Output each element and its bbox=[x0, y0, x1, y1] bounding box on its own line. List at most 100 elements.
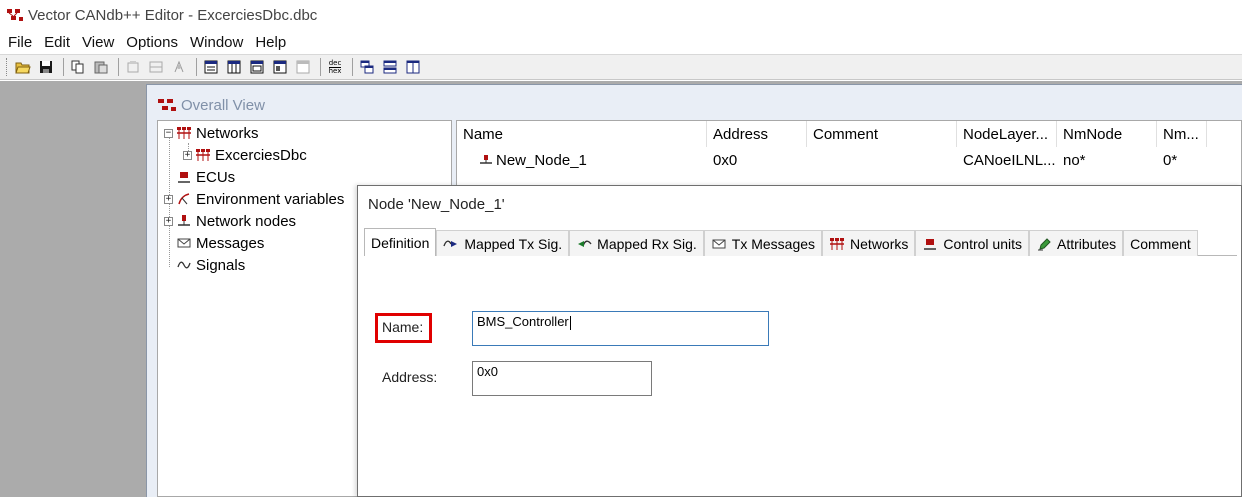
toolbar-grip[interactable] bbox=[6, 58, 9, 76]
tree-label-signals: Signals bbox=[196, 256, 246, 274]
column-header-address[interactable]: Address bbox=[707, 121, 807, 147]
tab-definition[interactable]: Definition bbox=[364, 228, 437, 256]
toolbar-separator bbox=[118, 58, 119, 76]
column-header-nm[interactable]: Nm... bbox=[1157, 121, 1207, 147]
open-button[interactable] bbox=[13, 57, 33, 77]
tab-networks[interactable]: Networks bbox=[822, 230, 916, 256]
dialog-title: Node 'New_Node_1' bbox=[368, 196, 505, 213]
column-header-nmnode[interactable]: NmNode bbox=[1057, 121, 1157, 147]
paste-button[interactable] bbox=[91, 57, 111, 77]
network-node-icon bbox=[176, 213, 192, 229]
tree-label-messages: Messages bbox=[196, 234, 265, 252]
overall-view-title: Overall View bbox=[181, 96, 265, 114]
tree-item-networks[interactable]: − Networks bbox=[164, 122, 259, 144]
overall-view-titlebar[interactable]: Overall View bbox=[157, 95, 265, 115]
tile-vertical-icon bbox=[406, 60, 420, 74]
expand-toggle[interactable]: + bbox=[164, 216, 173, 226]
table-view-icon bbox=[250, 60, 264, 74]
copy-icon bbox=[71, 60, 84, 74]
tab-label: Mapped Rx Sig. bbox=[597, 235, 697, 252]
dialog-tabs: Definition Mapped Tx Sig. Mapped Rx Sig.… bbox=[364, 228, 1237, 256]
dec-hex-button[interactable]: dec hex bbox=[325, 57, 345, 77]
cell-nm: 0* bbox=[1163, 151, 1178, 169]
tile-horizontal-icon bbox=[383, 60, 397, 74]
grid-disabled-icon bbox=[149, 61, 163, 73]
tree-item-ecus[interactable]: ECUs bbox=[176, 166, 235, 188]
overall-view-icon bbox=[158, 99, 176, 111]
tab-attributes[interactable]: Attributes bbox=[1028, 230, 1124, 256]
tree-label-excercies-dbc: ExcerciesDbc bbox=[215, 146, 307, 164]
list-header: Name Address Comment NodeLayer... NmNode… bbox=[457, 121, 1207, 147]
view-image-button[interactable] bbox=[270, 57, 290, 77]
image-view-icon bbox=[273, 60, 287, 74]
toolbar-separator bbox=[63, 58, 64, 76]
column-header-name[interactable]: Name bbox=[457, 121, 707, 147]
tree-item-excercies-dbc[interactable]: + ExcerciesDbc bbox=[183, 144, 307, 166]
address-input[interactable]: 0x0 bbox=[472, 361, 652, 396]
view-table-button[interactable] bbox=[247, 57, 267, 77]
tree-item-signals[interactable]: Signals bbox=[176, 254, 245, 276]
expand-toggle[interactable]: + bbox=[164, 194, 173, 204]
table-row[interactable]: New_Node_1 0x0 CANoeILNL... no* 0* bbox=[457, 149, 1207, 171]
name-input-value: BMS_Controller bbox=[477, 314, 569, 329]
tree-label-environment-variables: Environment variables bbox=[196, 190, 345, 208]
menu-file[interactable]: File bbox=[2, 34, 38, 51]
tab-mapped-rx-sig[interactable]: Mapped Rx Sig. bbox=[569, 230, 704, 256]
paste-icon bbox=[94, 61, 108, 74]
address-input-value: 0x0 bbox=[477, 364, 498, 379]
tree-label-ecus: ECUs bbox=[196, 168, 236, 186]
ecu-icon bbox=[176, 169, 192, 185]
attributes-pen-icon bbox=[1036, 236, 1052, 252]
cell-comment bbox=[807, 149, 957, 171]
title-bar: Vector CANdb++ Editor - ExcerciesDbc.dbc bbox=[0, 0, 1242, 30]
view-list-button[interactable] bbox=[201, 57, 221, 77]
tab-control-units[interactable]: Control units bbox=[915, 230, 1029, 256]
copy-button[interactable] bbox=[68, 57, 88, 77]
tab-mapped-tx-sig[interactable]: Mapped Tx Sig. bbox=[436, 230, 570, 256]
toolbar-separator bbox=[352, 58, 353, 76]
window-disabled-icon bbox=[296, 60, 310, 74]
tile-horizontal-button[interactable] bbox=[380, 57, 400, 77]
message-envelope-icon bbox=[711, 236, 727, 252]
tree-label-networks: Networks bbox=[196, 124, 259, 142]
hex-label: hex bbox=[328, 66, 342, 75]
name-input[interactable]: BMS_Controller bbox=[472, 311, 769, 346]
tree-label-network-nodes: Network nodes bbox=[196, 212, 297, 230]
tree-disabled-icon bbox=[174, 60, 184, 73]
menu-window[interactable]: Window bbox=[184, 34, 249, 51]
view-disabled-button[interactable] bbox=[293, 57, 313, 77]
text-caret bbox=[569, 315, 571, 330]
tab-label: Tx Messages bbox=[731, 235, 816, 252]
window-title: Vector CANdb++ Editor - ExcerciesDbc.dbc bbox=[28, 6, 318, 24]
menu-help[interactable]: Help bbox=[249, 34, 292, 51]
menu-options[interactable]: Options bbox=[120, 34, 184, 51]
tab-label: Definition bbox=[371, 234, 430, 251]
cell-nmnode: no* bbox=[1063, 151, 1086, 169]
properties-disabled-icon bbox=[127, 61, 139, 73]
menu-edit[interactable]: Edit bbox=[38, 34, 76, 51]
cell-nodelayer: CANoeILNL... bbox=[963, 151, 1056, 169]
view-columns-button[interactable] bbox=[224, 57, 244, 77]
tree-item-environment-variables[interactable]: + Environment variables bbox=[164, 188, 344, 210]
cascade-button[interactable] bbox=[357, 57, 377, 77]
column-header-nodelayer[interactable]: NodeLayer... bbox=[957, 121, 1057, 147]
disabled-tool-1-button[interactable] bbox=[123, 57, 143, 77]
tree-item-messages[interactable]: Messages bbox=[176, 232, 264, 254]
save-button[interactable] bbox=[36, 57, 56, 77]
disabled-tool-2-button[interactable] bbox=[146, 57, 166, 77]
tab-label: Networks bbox=[850, 235, 909, 252]
message-envelope-icon bbox=[176, 235, 192, 251]
tab-tx-messages[interactable]: Tx Messages bbox=[703, 230, 823, 256]
signal-wave-icon bbox=[176, 257, 192, 273]
column-header-comment[interactable]: Comment bbox=[807, 121, 957, 147]
tile-vertical-button[interactable] bbox=[403, 57, 423, 77]
toolbar-separator bbox=[196, 58, 197, 76]
tab-comment[interactable]: Comment bbox=[1123, 230, 1198, 256]
cell-name: New_Node_1 bbox=[457, 149, 707, 171]
menu-view[interactable]: View bbox=[76, 34, 120, 51]
disabled-tool-3-button[interactable] bbox=[169, 57, 189, 77]
cascade-windows-icon bbox=[360, 60, 374, 74]
tree-item-network-nodes[interactable]: + Network nodes bbox=[164, 210, 296, 232]
expand-toggle[interactable]: + bbox=[183, 150, 192, 160]
collapse-toggle[interactable]: − bbox=[164, 128, 173, 138]
